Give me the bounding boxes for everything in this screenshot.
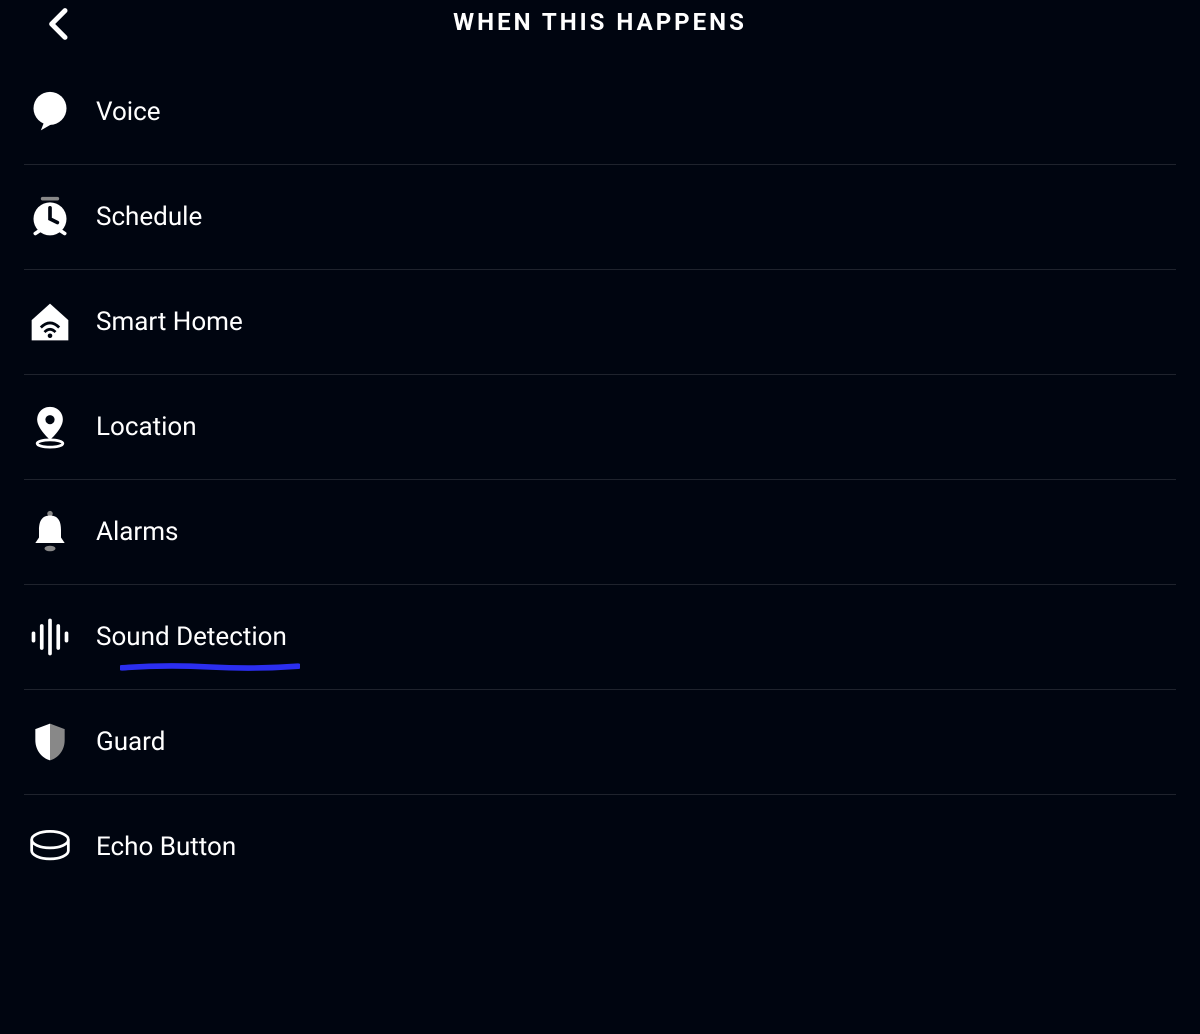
- chevron-left-icon: [40, 4, 80, 44]
- clock-icon: [24, 195, 96, 239]
- back-button[interactable]: [40, 4, 80, 44]
- home-wifi-icon: [24, 300, 96, 344]
- speech-bubble-icon: [24, 90, 96, 134]
- list-item-label: Smart Home: [96, 307, 243, 337]
- list-item-guard[interactable]: Guard: [24, 690, 1176, 795]
- sound-wave-icon: [24, 615, 96, 659]
- page-title: WHEN THIS HAPPENS: [24, 8, 1176, 36]
- annotation-underline: [120, 663, 300, 671]
- location-pin-icon: [24, 405, 96, 449]
- trigger-list: Voice Schedule Smart Home: [0, 60, 1200, 899]
- list-item-location[interactable]: Location: [24, 375, 1176, 480]
- list-item-label: Alarms: [96, 517, 178, 547]
- list-item-sound-detection[interactable]: Sound Detection: [24, 585, 1176, 690]
- list-item-voice[interactable]: Voice: [24, 60, 1176, 165]
- list-item-label: Guard: [96, 727, 165, 757]
- echo-button-icon: [24, 825, 96, 869]
- list-item-schedule[interactable]: Schedule: [24, 165, 1176, 270]
- bell-icon: [24, 510, 96, 554]
- list-item-label: Sound Detection: [96, 622, 287, 652]
- list-item-label: Location: [96, 412, 197, 442]
- list-item-label: Schedule: [96, 202, 202, 232]
- list-item-echo-button[interactable]: Echo Button: [24, 795, 1176, 899]
- header: WHEN THIS HAPPENS: [0, 0, 1200, 60]
- list-item-label: Echo Button: [96, 832, 236, 862]
- list-item-alarms[interactable]: Alarms: [24, 480, 1176, 585]
- shield-icon: [24, 720, 96, 764]
- list-item-smart-home[interactable]: Smart Home: [24, 270, 1176, 375]
- list-item-label: Voice: [96, 97, 161, 127]
